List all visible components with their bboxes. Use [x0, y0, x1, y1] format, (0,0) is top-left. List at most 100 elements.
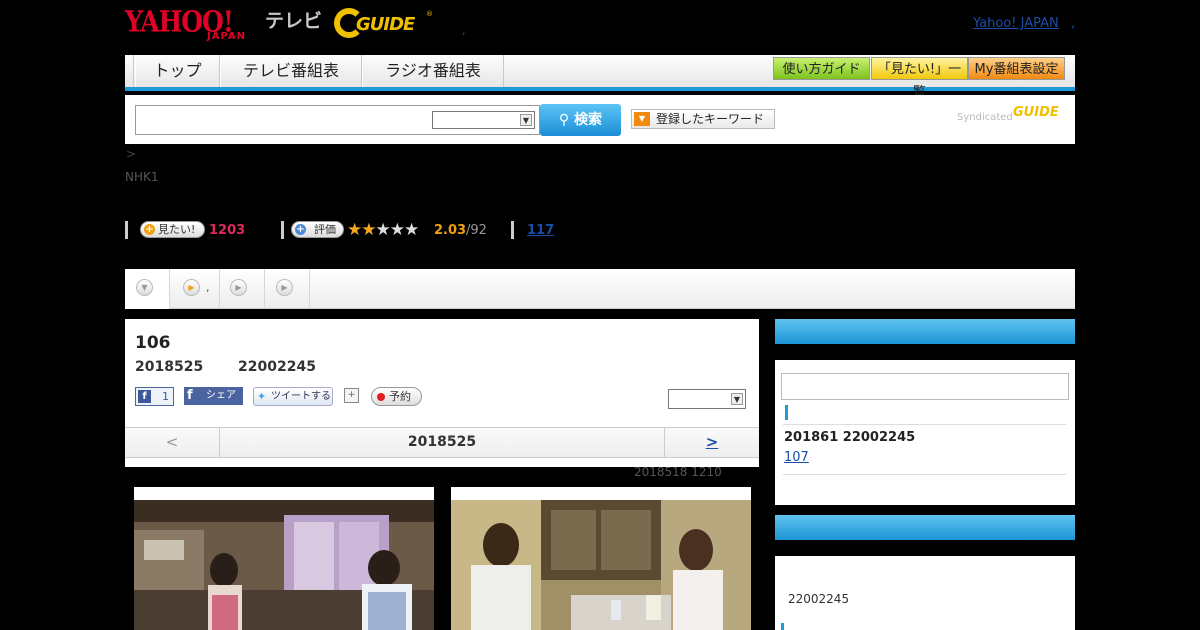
- next-episode-link[interactable]: 107: [784, 450, 809, 465]
- sidebar-rebroadcast-card: 22002245: [775, 515, 1075, 630]
- nav-left-edge: [125, 55, 134, 87]
- sidebar-section-marker: [785, 405, 788, 420]
- scene-image-2: [451, 500, 751, 630]
- header-separator: ,: [462, 24, 466, 37]
- plus-icon: +: [295, 224, 306, 235]
- play-icon: ▶: [276, 279, 293, 296]
- search-bar: ▼ ⚲ 検索 ▼ 登録したキーワード Syndicated GUIDE: [125, 95, 1075, 144]
- facebook-like-button[interactable]: f 1: [135, 387, 174, 406]
- reserve-button[interactable]: 予約: [371, 387, 422, 406]
- review-count-link[interactable]: 117: [527, 223, 554, 238]
- gguide-registered-mark: ®: [426, 10, 433, 18]
- star-icon: ★: [361, 220, 376, 240]
- search-category-select[interactable]: ▼: [432, 111, 535, 129]
- rating-count: /92: [466, 223, 487, 238]
- page: YAHOO! JAPAN テレビ GUIDE ® , Yahoo! JAPAN …: [0, 0, 1200, 630]
- facebook-share-label: シェア: [206, 390, 236, 401]
- gguide-logo-text: GUIDE: [356, 14, 415, 35]
- stats-divider: [281, 221, 284, 239]
- mitai-button-label: 見たい!: [158, 223, 196, 236]
- next-episode-datetime: 201861 22002245: [784, 430, 916, 445]
- channel-name: NHK1: [125, 170, 159, 184]
- episode-date: 2018525: [135, 359, 204, 375]
- facebook-icon: f: [187, 388, 193, 403]
- tweet-label: ツイートする: [271, 391, 331, 402]
- subtab-3[interactable]: ▶: [220, 269, 265, 309]
- episode-time: 22002245: [238, 359, 316, 375]
- divider: [783, 424, 1066, 425]
- scene-image-1: [134, 500, 434, 630]
- facebook-like-count: 1: [162, 390, 169, 403]
- tv-label[interactable]: テレビ: [265, 6, 322, 33]
- sidebar-card-subheader: [775, 540, 1075, 556]
- plus-icon: +: [144, 224, 155, 235]
- subtab-details[interactable]: ▼: [125, 269, 170, 309]
- stats-divider: [125, 221, 128, 239]
- main-nav: トップ テレビ番組表 ラジオ番組表 使い方ガイド 「見たい!」一覧 My番組表設…: [125, 55, 1075, 100]
- triangle-down-icon: ▼: [136, 279, 153, 296]
- rate-button-label: 評価: [314, 223, 336, 236]
- sidebar-next-episode-card: 201861 22002245 107: [775, 319, 1075, 505]
- subtab-4[interactable]: ▶: [265, 269, 310, 309]
- facebook-share-button[interactable]: f シェア: [184, 387, 243, 405]
- scene-photo[interactable]: [451, 487, 751, 630]
- tab-top[interactable]: トップ: [135, 55, 220, 87]
- chevron-down-icon: ▼: [731, 393, 743, 405]
- tweet-button[interactable]: ✦ ツイートする: [253, 387, 333, 406]
- yahoo-japan-logo[interactable]: YAHOO! JAPAN: [125, 5, 263, 42]
- star-icon: ★: [389, 220, 405, 240]
- rating-score: 2.03: [434, 223, 467, 238]
- mitai-count: 1203: [209, 223, 246, 238]
- episode-pager: < 2018525 >: [125, 427, 759, 458]
- stats-divider: [511, 221, 514, 239]
- search-button[interactable]: ⚲ 検索: [540, 104, 621, 136]
- triangle-down-icon: ▼: [634, 112, 650, 126]
- program-subtabs: ▼ ▶ , ▶ ▶: [125, 269, 1075, 309]
- search-icon: ⚲: [558, 112, 570, 128]
- rebroadcast-time: 22002245: [788, 592, 850, 606]
- pager-current-date: 2018525: [407, 434, 477, 450]
- episode-card: 106 2018525 22002245 f 1 f シェア ✦ ツイートする …: [125, 319, 759, 467]
- subtab-2[interactable]: ▶ ,: [170, 269, 220, 309]
- breadcrumb[interactable]: >: [126, 147, 136, 161]
- registered-keyword-label: 登録したキーワード: [656, 112, 765, 126]
- pager-prev[interactable]: <: [125, 428, 220, 457]
- play-icon: ▶: [230, 279, 247, 296]
- yahoo-japan-link[interactable]: Yahoo! JAPAN: [973, 16, 1059, 31]
- sidebar-card-header: [775, 319, 1075, 344]
- yahoo-logo-sub: JAPAN: [207, 31, 246, 42]
- updated-timestamp: 2018518 1210: [634, 465, 722, 479]
- star-icon: ★: [347, 220, 362, 240]
- sidebar-section-marker: [781, 623, 784, 630]
- header-separator-right: ,: [1071, 16, 1075, 30]
- calendar-add-icon[interactable]: +: [344, 388, 359, 403]
- record-dot-icon: [377, 393, 385, 401]
- facebook-icon: f: [138, 390, 151, 403]
- episode-select[interactable]: ▼: [668, 389, 746, 409]
- tab-tv-schedule[interactable]: テレビ番組表: [220, 55, 362, 87]
- sidebar-card-subheader: [775, 344, 1075, 360]
- reserve-label: 予約: [389, 390, 411, 403]
- twitter-bird-icon: ✦: [257, 390, 267, 403]
- play-icon: ▶: [183, 279, 200, 296]
- sidebar-input[interactable]: [781, 373, 1069, 400]
- gguide-logo[interactable]: GUIDE ®: [334, 8, 434, 40]
- program-stats: + 見たい! 1203 + 評価 ★★★★★ 2.03 /92 117: [125, 220, 725, 240]
- divider: [783, 474, 1066, 475]
- mitai-button[interactable]: + 見たい!: [140, 221, 205, 238]
- rate-button[interactable]: + 評価: [291, 221, 344, 238]
- mitai-list-button[interactable]: 「見たい!」一覧: [871, 57, 968, 100]
- guide-button[interactable]: 使い方ガイド: [773, 57, 870, 80]
- subtab-2-label: ,: [206, 281, 210, 294]
- syndicated-gguide-logo: GUIDE: [1013, 105, 1059, 120]
- tab-radio-schedule[interactable]: ラジオ番組表: [362, 55, 504, 87]
- episode-number: 106: [135, 333, 171, 353]
- star-icon: ★: [375, 220, 391, 240]
- my-schedule-settings-button[interactable]: My番組表設定: [968, 57, 1065, 80]
- registered-keyword-button[interactable]: ▼ 登録したキーワード: [631, 109, 775, 129]
- rating-stars: ★★★★★: [347, 220, 419, 240]
- chevron-down-icon: ▼: [520, 114, 532, 126]
- pager-next[interactable]: >: [664, 428, 759, 457]
- scene-photo[interactable]: [134, 487, 434, 630]
- sidebar-card-header: [775, 515, 1075, 540]
